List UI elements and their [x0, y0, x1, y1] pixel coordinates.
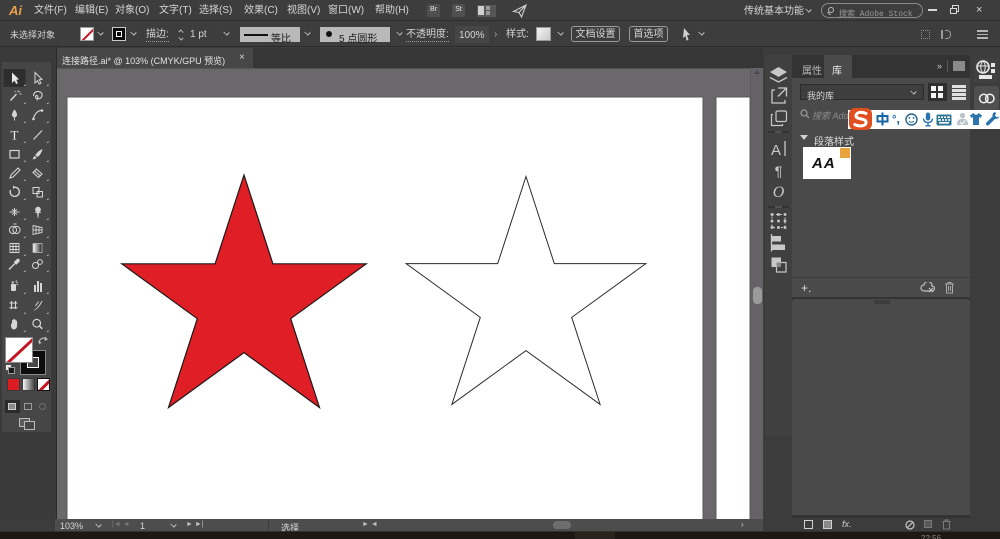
svg-text:O: O [773, 184, 785, 201]
svg-text:A: A [771, 142, 781, 159]
svg-text:¶: ¶ [775, 163, 783, 179]
svg-text:T: T [11, 128, 19, 143]
